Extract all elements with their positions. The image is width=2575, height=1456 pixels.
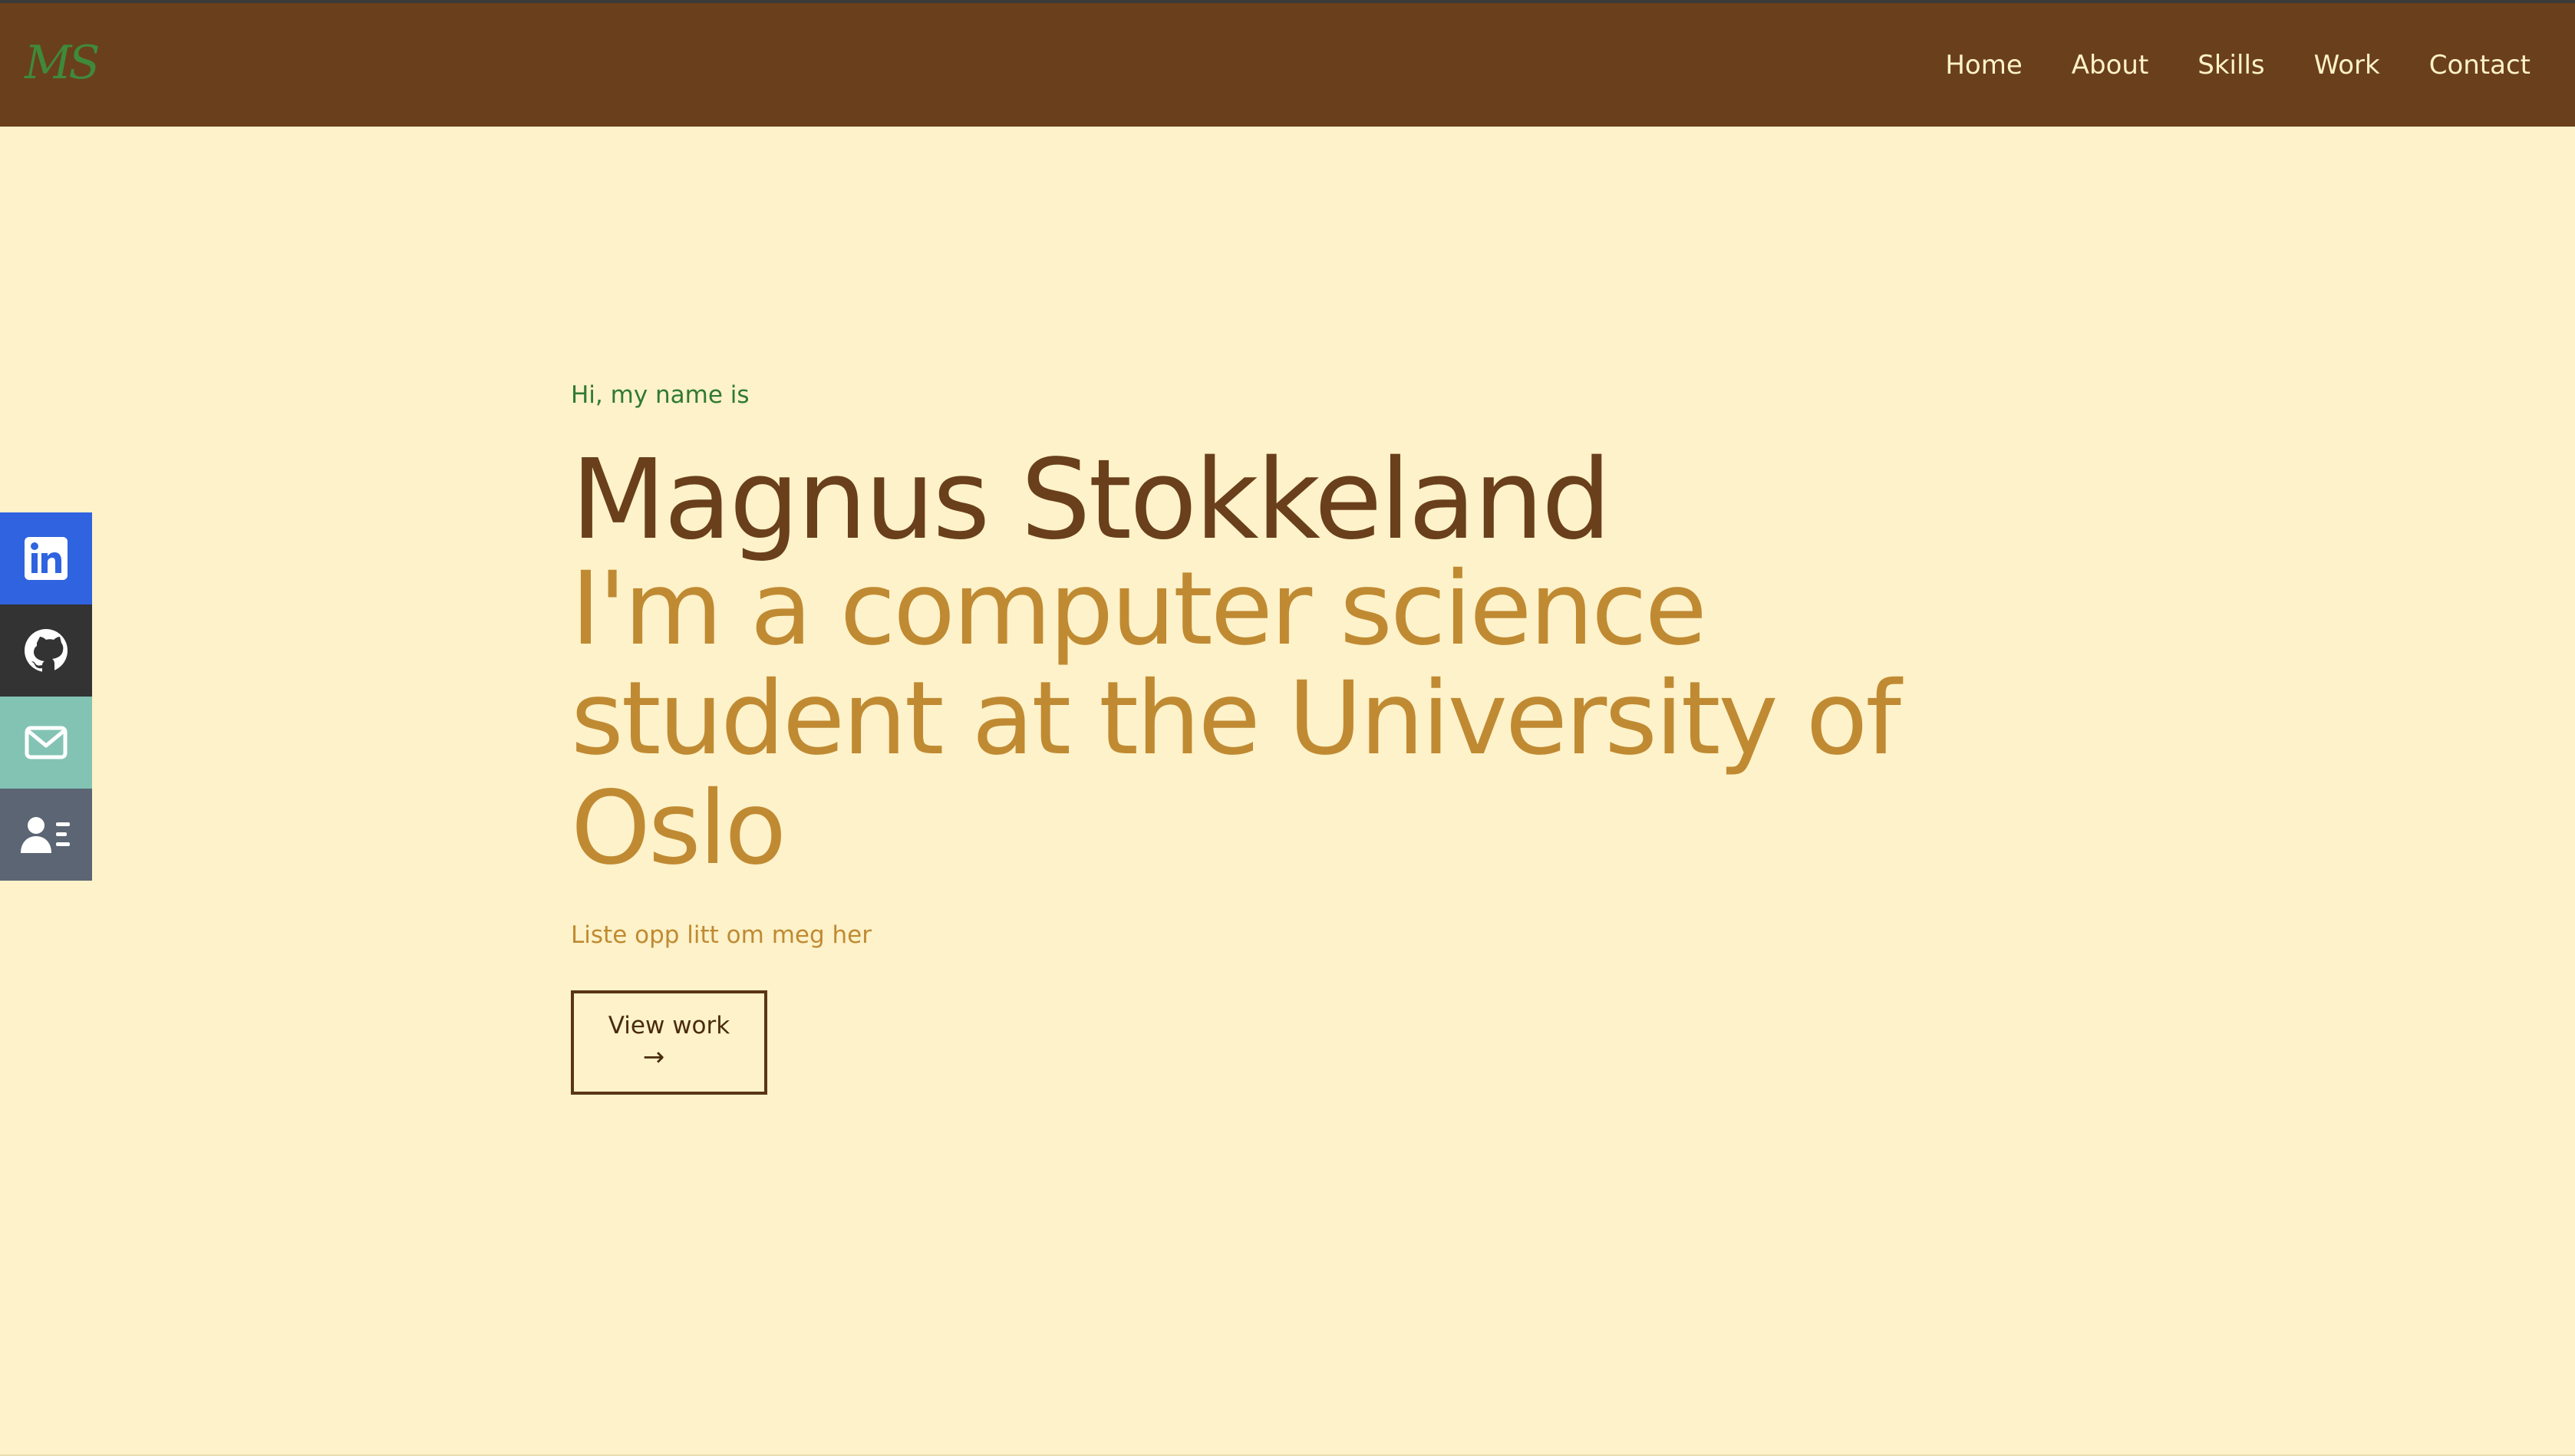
arrow-right-icon: → (642, 1042, 665, 1073)
github-icon (25, 629, 68, 673)
linkedin-button[interactable] (0, 512, 92, 604)
resume-button[interactable] (0, 789, 92, 881)
page: MS Home About Skills Work Contact Hi, my… (0, 0, 2575, 1456)
nav-home-link[interactable]: Home (1945, 52, 2022, 78)
hero-greeting: Hi, my name is (571, 381, 750, 409)
hero-description: Liste opp litt om meg her (571, 921, 872, 949)
hero-name: Magnus Stokkeland (571, 435, 1611, 564)
view-work-button[interactable]: View work → (571, 990, 767, 1095)
navbar: MS Home About Skills Work Contact (0, 3, 2575, 127)
nav-about-link[interactable]: About (2072, 52, 2149, 78)
social-sidebar (0, 512, 92, 881)
contact-card-icon (21, 817, 70, 853)
nav-skills-link[interactable]: Skills (2197, 52, 2264, 78)
mail-icon (25, 726, 68, 759)
hero-section: Hi, my name is Magnus Stokkeland I'm a c… (571, 384, 2105, 1095)
linkedin-icon (25, 537, 68, 580)
nav-links: Home About Skills Work Contact (1896, 3, 2530, 127)
email-button[interactable] (0, 697, 92, 789)
nav-contact-link[interactable]: Contact (2429, 52, 2530, 78)
github-button[interactable] (0, 604, 92, 697)
hero-tagline: I'm a computer science student at the Un… (571, 550, 1901, 888)
site-logo[interactable]: MS (25, 40, 101, 86)
nav-work-link[interactable]: Work (2314, 52, 2380, 78)
view-work-label: View work (608, 1012, 730, 1040)
